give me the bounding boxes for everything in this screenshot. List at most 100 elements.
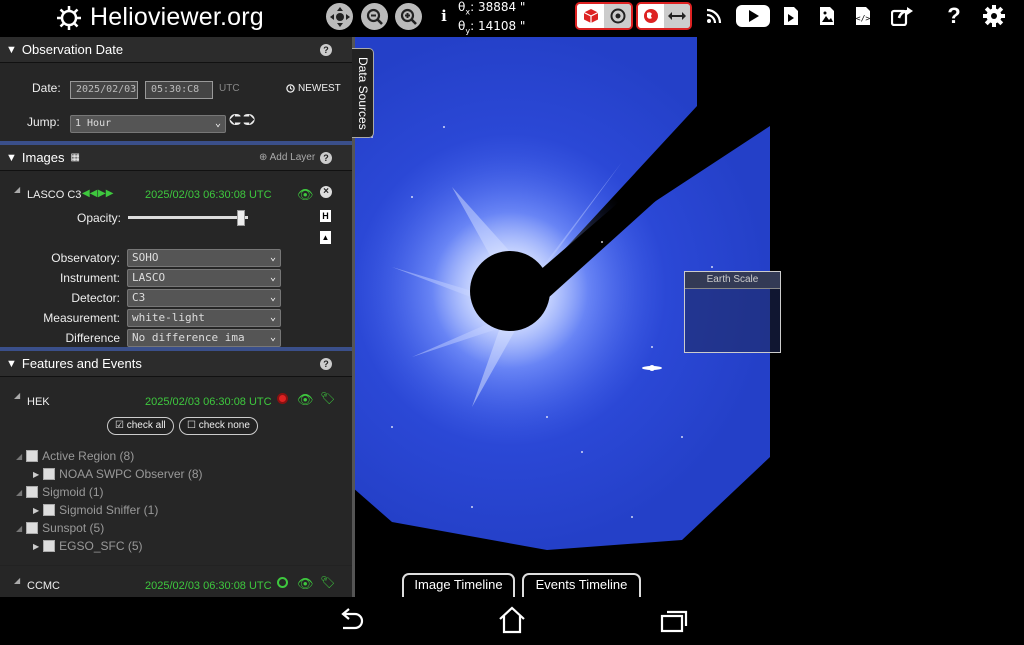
observation-date-header[interactable]: ▼ Observation Date ? — [0, 37, 352, 63]
expand-triangle-icon[interactable]: ◢ — [16, 488, 22, 497]
help-icon[interactable]: ? — [320, 357, 332, 370]
visibility-eye-icon[interactable]: 👁 — [297, 187, 314, 203]
share-button[interactable] — [890, 3, 914, 29]
opacity-label: Opacity: — [77, 211, 122, 225]
tree-item[interactable]: ◢ Sunspot (5) — [16, 521, 104, 535]
chevron-down-icon: ⌄ — [269, 252, 276, 263]
collapse-triangle-icon: ▼ — [6, 357, 17, 370]
field-select[interactable]: LASCO ⌄ — [127, 269, 281, 287]
field-select[interactable]: white-light ⌄ — [127, 309, 281, 327]
jp2-header-icon[interactable]: H — [320, 210, 331, 222]
labels-tag-icon[interactable]: 🏷 — [320, 391, 335, 405]
embed-button[interactable]: </> — [853, 3, 873, 29]
field-select[interactable]: C3 ⌄ — [127, 289, 281, 307]
tree-checkbox[interactable] — [26, 522, 39, 534]
hek-name: HEK — [27, 396, 50, 408]
collapsed-triangle-icon[interactable]: ▶ — [33, 542, 39, 551]
coord-y-sub: y — [465, 26, 471, 36]
visibility-eye-icon[interactable]: 👁 — [297, 576, 314, 592]
expand-triangle-icon[interactable]: ◢ — [14, 576, 20, 585]
clock-icon — [286, 84, 295, 93]
field-select[interactable]: SOHO ⌄ — [127, 249, 281, 267]
tree-checkbox[interactable] — [26, 450, 39, 462]
home-icon[interactable] — [498, 606, 526, 634]
features-events-header[interactable]: ▼ Features and Events ? — [0, 351, 352, 377]
opacity-slider-handle[interactable] — [236, 210, 245, 226]
rss-button[interactable] — [704, 3, 724, 29]
observation-date-title: Observation Date — [21, 42, 124, 57]
fast-forward-icon[interactable]: ▶▶ — [98, 188, 113, 199]
info-icon[interactable]: i — [438, 3, 450, 29]
tree-item[interactable]: ◢ Sigmoid (1) — [16, 485, 104, 499]
tree-item[interactable]: ▶ Sigmoid Sniffer (1) — [33, 503, 158, 517]
data-sources-tab[interactable]: Data Sources — [352, 48, 374, 138]
images-header[interactable]: ▼ Images ▦ ⊕ Add Layer ? — [0, 145, 352, 171]
check-none-button[interactable]: ☐ check none — [179, 417, 258, 435]
back-icon[interactable] — [337, 608, 365, 632]
collapsed-triangle-icon[interactable]: ▶ — [33, 470, 39, 479]
layer-name: LASCO C3 — [27, 189, 82, 201]
tree-checkbox[interactable] — [43, 540, 56, 552]
coord-x-value: 38884 " — [477, 0, 526, 14]
date-input[interactable]: 2025/02/03 — [70, 81, 138, 99]
youtube-button[interactable] — [736, 3, 770, 29]
help-icon[interactable]: ? — [320, 151, 332, 164]
tree-item-label: EGSO_SFC (5) — [59, 539, 143, 553]
check-all-label: check all — [126, 420, 166, 431]
globe-button[interactable] — [638, 4, 664, 28]
expand-triangle-icon[interactable]: ◢ — [16, 524, 22, 533]
check-all-button[interactable]: ☑ check all — [107, 417, 174, 435]
labels-tag-icon[interactable]: 🏷 — [320, 575, 335, 589]
tree-checkbox[interactable] — [43, 468, 56, 480]
screenshot-icon — [820, 7, 834, 25]
image-timeline-tab[interactable]: Image Timeline — [402, 573, 515, 597]
remove-layer-icon[interactable]: × — [320, 186, 332, 198]
center-view-button[interactable] — [326, 3, 353, 30]
time-input[interactable]: 05:30:C8 — [145, 81, 213, 99]
expand-triangle-icon[interactable]: ◢ — [14, 185, 20, 194]
record-icon[interactable] — [277, 393, 288, 404]
hek-timestamp: 2025/02/03 06:30:08 UTC — [145, 396, 272, 408]
add-layer-button[interactable]: ⊕ Add Layer — [259, 152, 315, 163]
2d-view-button[interactable] — [604, 4, 631, 28]
jump-select[interactable]: 1 Hour ⌄ — [70, 115, 226, 133]
observation-date-body: Date: 2025/02/03 05:30:C8 UTC NEWEST Jum… — [0, 63, 352, 141]
settings-button[interactable] — [981, 3, 1007, 29]
expand-triangle-icon[interactable]: ◢ — [16, 452, 22, 461]
download-image-icon[interactable]: ▲ — [320, 231, 331, 244]
record-icon[interactable] — [277, 577, 288, 588]
chevron-down-icon: ⌄ — [214, 118, 221, 129]
tree-item[interactable]: ◢ Active Region (8) — [16, 449, 134, 463]
newest-label: NEWEST — [298, 83, 341, 94]
earth-scale-box[interactable]: Earth Scale — [684, 271, 781, 353]
jump-back-icon[interactable]: ⮈ — [229, 112, 241, 130]
movie-icon — [784, 7, 798, 25]
opacity-slider-track[interactable] — [128, 216, 248, 219]
movie-button[interactable] — [781, 3, 801, 29]
scale-button[interactable] — [664, 4, 690, 28]
tree-item[interactable]: ▶ EGSO_SFC (5) — [33, 539, 143, 553]
tree-item[interactable]: ▶ NOAA SWPC Observer (8) — [33, 467, 203, 481]
zoom-out-button[interactable] — [361, 3, 388, 30]
logo[interactable]: Helioviewer.org — [56, 3, 264, 32]
expand-triangle-icon[interactable]: ◢ — [14, 391, 20, 400]
jump-forward-icon[interactable]: ⮊ — [243, 112, 255, 130]
tree-checkbox[interactable] — [43, 504, 56, 516]
field-label: Instrument: — [59, 271, 120, 285]
add-layer-label: Add Layer — [269, 152, 316, 163]
tree-checkbox[interactable] — [26, 486, 39, 498]
newest-button[interactable]: NEWEST — [286, 83, 341, 94]
screenshot-button[interactable] — [817, 3, 837, 29]
rewind-icon[interactable]: ◀◀ — [82, 188, 97, 199]
field-select[interactable]: No difference ima ⌄ — [127, 329, 281, 347]
grid-icon[interactable]: ▦ — [71, 152, 80, 163]
visibility-eye-icon[interactable]: 👁 — [297, 392, 314, 408]
help-icon[interactable]: ? — [320, 43, 332, 56]
3d-view-button[interactable] — [577, 4, 604, 28]
help-icon[interactable]: ? — [944, 3, 964, 29]
recent-apps-icon[interactable] — [660, 609, 688, 633]
collapsed-triangle-icon[interactable]: ▶ — [33, 506, 39, 515]
zoom-in-button[interactable] — [395, 3, 422, 30]
app-title: Helioviewer.org — [90, 3, 264, 31]
events-timeline-tab[interactable]: Events Timeline — [522, 573, 641, 597]
